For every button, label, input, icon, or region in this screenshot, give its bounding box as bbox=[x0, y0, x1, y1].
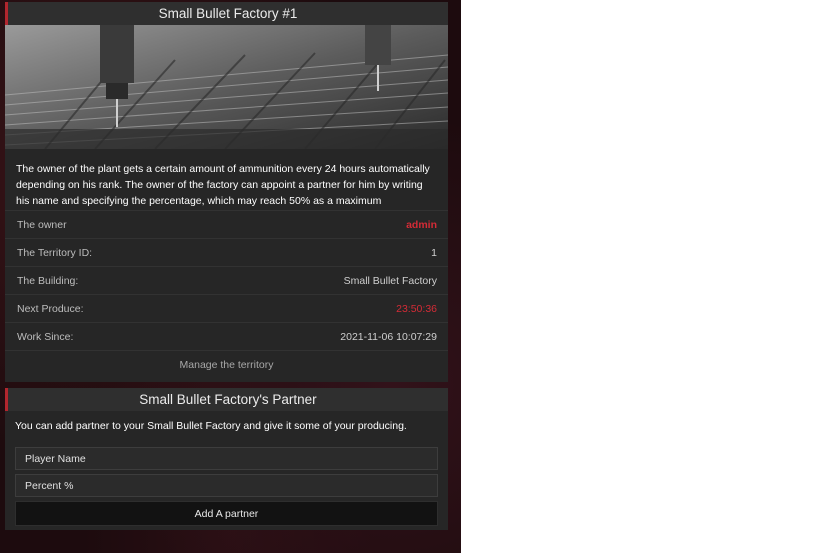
detail-row-building: The Building: Small Bullet Factory bbox=[5, 266, 448, 294]
detail-row-work-since: Work Since: 2021-11-06 10:07:29 bbox=[5, 322, 448, 350]
player-name-field bbox=[15, 447, 438, 470]
countdown-timer: 23:50:36 bbox=[396, 303, 437, 315]
player-name-input[interactable] bbox=[16, 448, 437, 469]
detail-value: Small Bullet Factory bbox=[343, 275, 437, 287]
percent-field bbox=[15, 474, 438, 497]
detail-row-next-produce: Next Produce: 23:50:36 bbox=[5, 294, 448, 322]
factory-title: Small Bullet Factory #1 bbox=[5, 2, 448, 25]
detail-row-owner: The owner admin bbox=[5, 210, 448, 238]
factory-panel: Small Bullet Factory #1 The owner of the… bbox=[5, 2, 448, 382]
detail-label: Work Since: bbox=[17, 331, 74, 343]
detail-label: The owner bbox=[17, 219, 67, 231]
add-partner-button[interactable]: Add A partner bbox=[15, 501, 438, 526]
detail-row-territory-id: The Territory ID: 1 bbox=[5, 238, 448, 266]
detail-value: 2021-11-06 10:07:29 bbox=[340, 331, 437, 343]
detail-label: The Territory ID: bbox=[17, 247, 93, 259]
detail-value: 1 bbox=[431, 247, 437, 259]
percent-input[interactable] bbox=[16, 475, 437, 496]
detail-label: Next Produce: bbox=[17, 303, 84, 315]
detail-label: The Building: bbox=[17, 275, 79, 287]
factory-hero-image bbox=[5, 25, 448, 149]
factory-description: The owner of the plant gets a certain am… bbox=[16, 163, 430, 207]
partner-description: You can add partner to your Small Bullet… bbox=[15, 420, 407, 432]
partner-panel: Small Bullet Factory's Partner You can a… bbox=[5, 388, 448, 530]
manage-territory-link[interactable]: Manage the territory bbox=[5, 350, 448, 379]
owner-name-link[interactable]: admin bbox=[406, 211, 437, 238]
partner-title: Small Bullet Factory's Partner bbox=[5, 388, 448, 411]
